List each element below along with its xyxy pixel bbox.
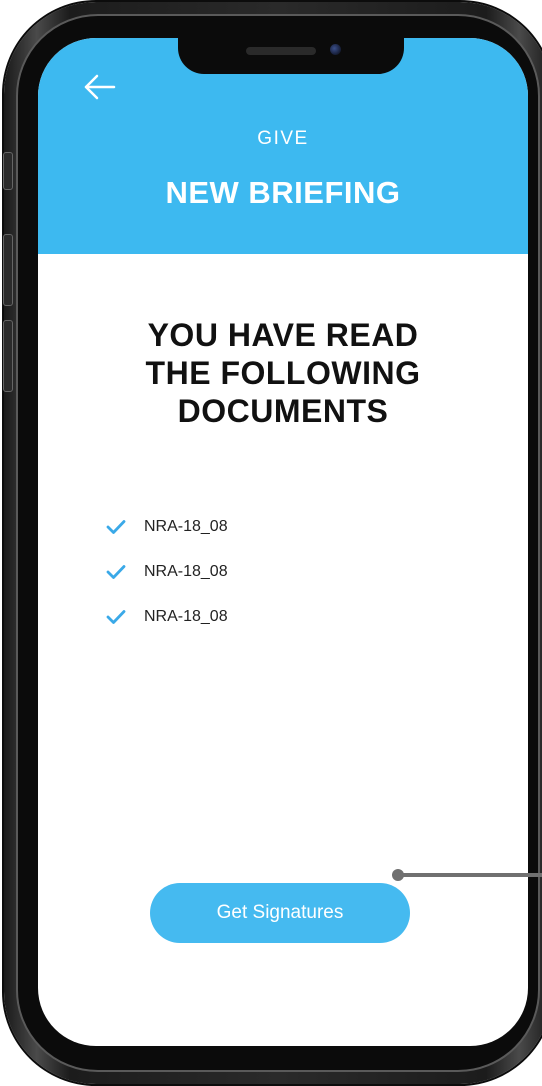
heading-line-1: YOU HAVE READ [147,317,419,353]
document-list-item: NRA-18_08 [106,504,228,549]
header-eyebrow: GIVE [257,128,309,149]
arrow-left-icon [84,74,116,100]
check-icon [106,564,126,579]
get-signatures-button[interactable]: Get Signatures [150,883,410,943]
heading-line-3: DOCUMENTS [177,393,389,429]
stage: GIVE NEW BRIEFING YOU HAVE READ THE FOLL… [0,0,542,1086]
phone-screen: GIVE NEW BRIEFING YOU HAVE READ THE FOLL… [38,38,528,1046]
document-label: NRA-18_08 [144,607,228,625]
section-heading: YOU HAVE READ THE FOLLOWING DOCUMENTS [38,316,528,430]
document-list: NRA-18_08 NRA-18_08 NRA-18_08 [106,504,228,639]
document-label: NRA-18_08 [144,517,228,535]
document-list-item: NRA-18_08 [106,594,228,639]
check-icon [106,519,126,534]
front-camera [330,44,341,55]
volume-down-button [3,320,13,392]
back-button[interactable] [82,72,118,102]
check-icon [106,609,126,624]
callout-line [398,873,542,877]
phone-notch [178,38,404,74]
mute-switch [3,152,13,190]
heading-line-2: THE FOLLOWING [145,355,421,391]
document-list-item: NRA-18_08 [106,549,228,594]
speaker-grille [246,47,316,55]
document-label: NRA-18_08 [144,562,228,580]
page-title: NEW BRIEFING [165,175,401,210]
volume-up-button [3,234,13,306]
